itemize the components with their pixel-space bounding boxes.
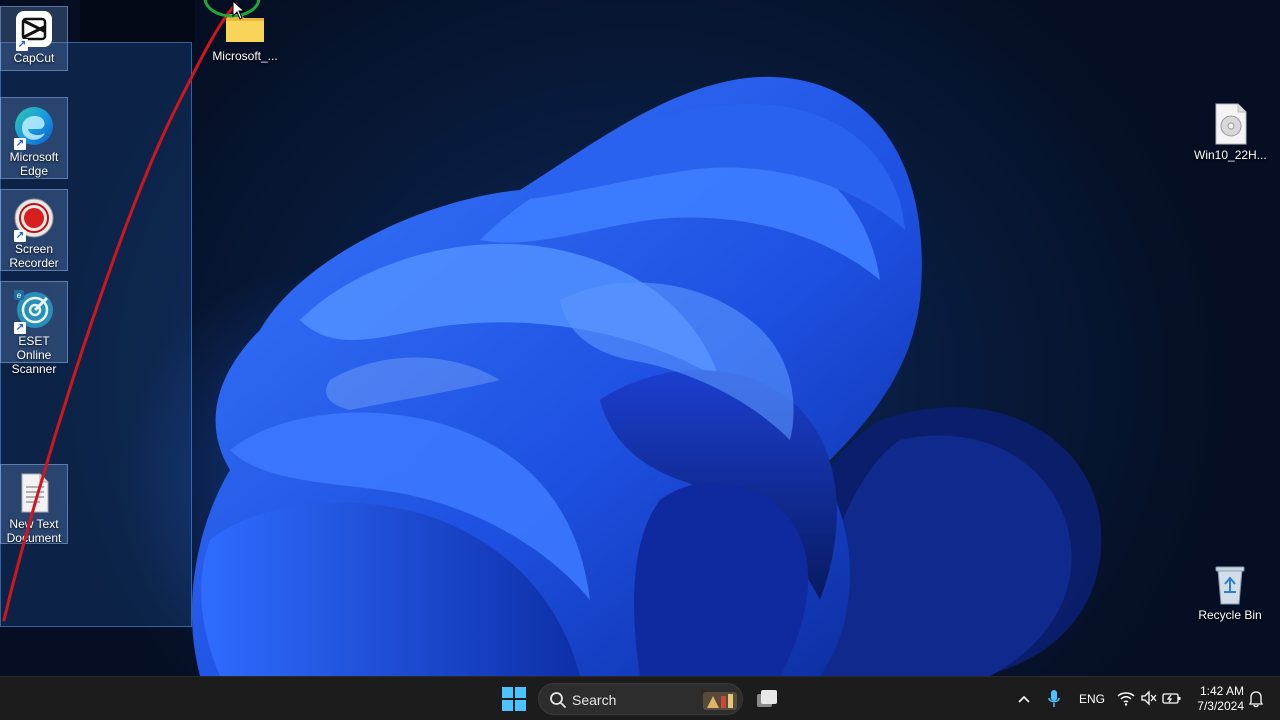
search-icon — [550, 692, 566, 708]
system-clock[interactable]: 1:42 AM 7/3/2024 — [1188, 684, 1244, 714]
wifi-icon[interactable] — [1117, 690, 1135, 706]
task-view-icon — [757, 690, 777, 707]
desktop-icon-win10-iso[interactable]: Win10_22H... — [1194, 96, 1267, 162]
microphone-icon[interactable] — [1047, 689, 1061, 709]
taskbar: Search ENG 1:42 AM 7/3/2024 — [0, 676, 1280, 720]
recycle-bin-icon — [1208, 562, 1252, 606]
icon-label: Win10_22H... — [1194, 148, 1267, 162]
start-button[interactable] — [501, 686, 527, 712]
battery-charging-icon[interactable] — [1162, 690, 1182, 706]
show-hidden-icons-chevron-icon[interactable] — [1016, 691, 1032, 707]
clock-time: 1:42 AM — [1199, 684, 1244, 698]
volume-muted-icon[interactable] — [1140, 690, 1158, 706]
windows-logo-icon — [502, 687, 526, 711]
input-language-indicator[interactable]: ENG — [1079, 692, 1105, 706]
desktop[interactable]: ↗ CapCut ↗ Microsoft Edge ↗ Screen Recor… — [0, 0, 1280, 676]
notification-bell-icon[interactable] — [1248, 690, 1264, 708]
clock-date: 7/3/2024 — [1197, 699, 1244, 713]
search-highlight-icon — [703, 692, 737, 710]
annotation-drag-line — [2, 2, 238, 622]
desktop-icon-recycle-bin[interactable]: Recycle Bin — [1194, 556, 1266, 622]
disc-image-icon — [1208, 102, 1252, 146]
search-label: Search — [572, 692, 617, 708]
taskbar-search-box[interactable]: Search — [538, 683, 743, 715]
task-view-button[interactable] — [754, 687, 780, 711]
mouse-cursor-icon — [232, 0, 246, 20]
icon-label: Recycle Bin — [1198, 608, 1262, 622]
